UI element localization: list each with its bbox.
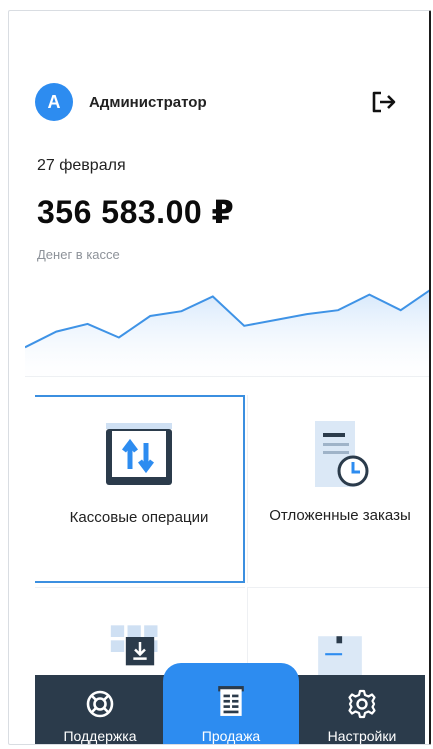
actions-grid: Кассовые операции Отложенные заказы xyxy=(25,376,429,687)
tile-cash-operations[interactable]: Кассовые операции xyxy=(35,395,245,583)
nav-support[interactable]: Поддержка xyxy=(35,675,165,744)
gear-icon xyxy=(348,689,376,719)
nav-support-label: Поддержка xyxy=(63,728,137,744)
app-screen: A Администратор 27 февраля 356 583.00 ₽ … xyxy=(8,10,431,745)
cash-operations-icon xyxy=(106,423,172,485)
current-date: 27 февраля xyxy=(37,157,126,174)
lifebuoy-icon xyxy=(86,690,114,718)
username: Администратор xyxy=(89,93,207,111)
chart-area xyxy=(25,290,429,381)
tile-label: Кассовые операции xyxy=(69,509,209,526)
nav-sale-label: Продажа xyxy=(201,728,261,744)
user-header: A Администратор xyxy=(35,83,207,121)
logout-icon[interactable] xyxy=(371,91,397,113)
cash-amount: 356 583.00 ₽ xyxy=(37,194,235,230)
deferred-orders-icon xyxy=(315,421,369,487)
tile-deferred-orders[interactable]: Отложенные заказы xyxy=(247,395,429,583)
avatar[interactable]: A xyxy=(35,83,73,121)
nav-settings-label: Настройки xyxy=(327,728,397,744)
receipt-icon xyxy=(218,686,244,716)
tile-label: Отложенные заказы xyxy=(269,507,411,524)
bottom-navigation: Поддержка Продажа Настройки xyxy=(35,663,427,744)
nav-sale[interactable]: Продажа xyxy=(163,663,299,744)
nav-settings[interactable]: Настройки xyxy=(297,675,427,744)
cash-amount-label: Денег в кассе xyxy=(37,247,120,262)
cash-chart xyxy=(25,289,429,381)
